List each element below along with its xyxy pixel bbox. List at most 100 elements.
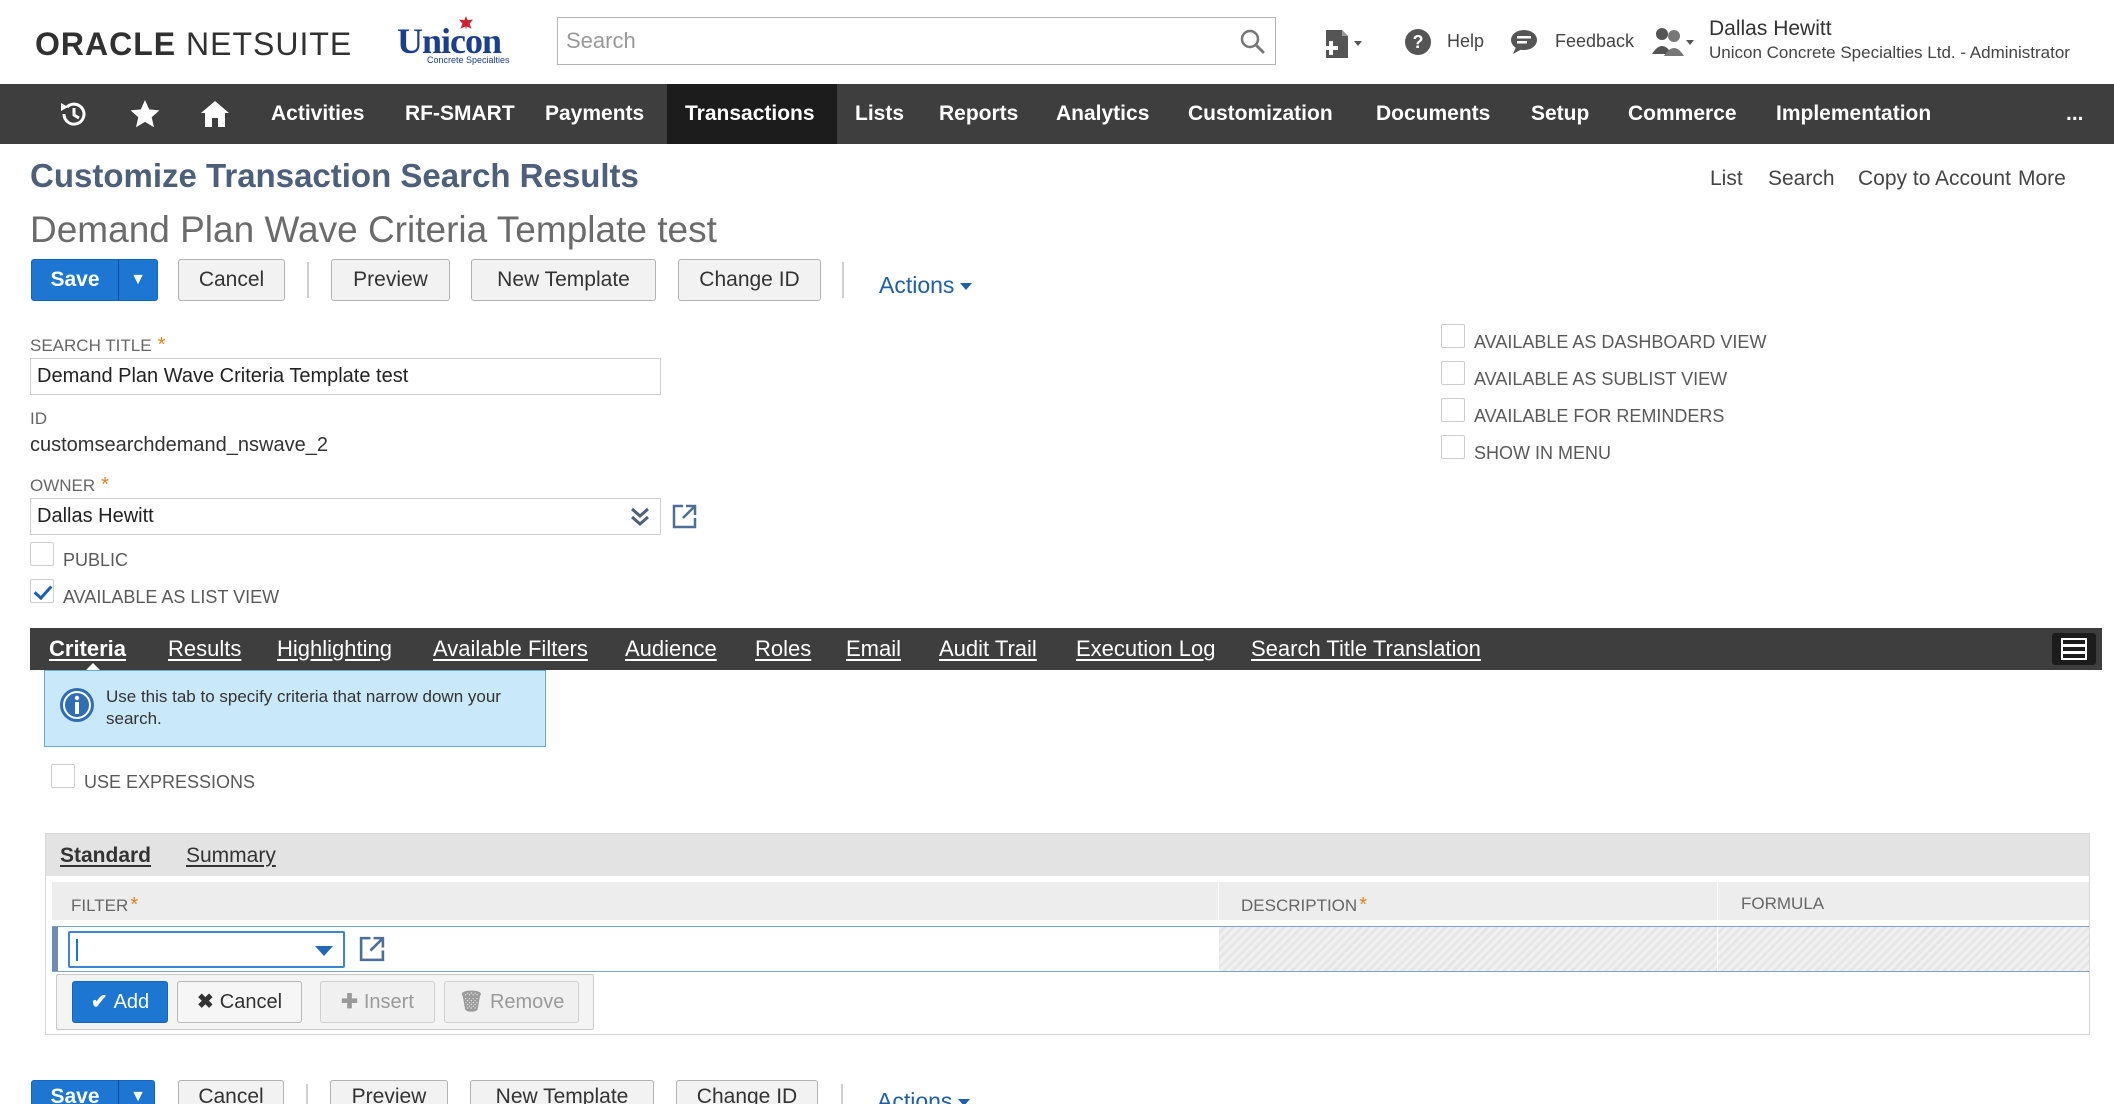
nav-transactions[interactable]: Transactions [667, 84, 837, 144]
more-link[interactable]: More [2018, 167, 2066, 191]
add-button[interactable]: ✔ Add [72, 981, 168, 1023]
insert-button[interactable]: ✚ Insert [320, 981, 435, 1023]
global-search-input[interactable] [558, 18, 1275, 64]
tab-standard[interactable]: Standard [60, 844, 151, 868]
caret-down-icon[interactable] [315, 946, 333, 956]
nav-payments[interactable]: Payments [527, 84, 662, 144]
open-filter-icon[interactable] [358, 935, 386, 963]
filter-select[interactable] [68, 931, 345, 968]
formula-cell[interactable] [1718, 927, 2089, 971]
show-in-menu-checkbox[interactable] [1441, 435, 1465, 459]
list-view-checkbox[interactable] [30, 579, 54, 603]
id-value: customsearchdemand_nswave_2 [30, 434, 328, 456]
list-link[interactable]: List [1710, 167, 1743, 191]
description-cell[interactable] [1219, 927, 1717, 971]
tab-criteria[interactable]: Criteria [49, 628, 126, 671]
company-logo[interactable]: Unicon Concrete Specialties [397, 16, 535, 66]
search-title-input[interactable]: Demand Plan Wave Criteria Template test [30, 358, 661, 395]
cancel-button[interactable]: Cancel [178, 259, 285, 301]
create-new-icon[interactable] [1322, 28, 1368, 60]
filter-column-label: FILTER * [71, 894, 138, 917]
nav-lists[interactable]: Lists [837, 84, 922, 144]
bottom-new-template-button[interactable]: New Template [470, 1080, 654, 1104]
row-cancel-button[interactable]: ✖ Cancel [177, 981, 302, 1023]
reminders-label: Available for Reminders [1474, 406, 1725, 426]
feedback-icon[interactable] [1510, 29, 1538, 55]
use-expressions-checkbox[interactable] [51, 764, 75, 788]
tab-search-title-translation[interactable]: Search Title Translation [1251, 628, 1481, 670]
tab-execution-log[interactable]: Execution Log [1076, 628, 1215, 670]
nav-setup[interactable]: Setup [1513, 84, 1607, 144]
nav-more[interactable]: ... [2048, 84, 2102, 144]
preview-button[interactable]: Preview [331, 259, 450, 301]
bottom-change-id-button[interactable]: Change ID [676, 1080, 818, 1104]
required-marker: * [1359, 894, 1367, 916]
search-title-label: Search Title * [30, 334, 165, 357]
required-marker: * [157, 334, 166, 356]
nav-customization[interactable]: Customization [1170, 84, 1351, 144]
public-checkbox[interactable] [30, 542, 54, 566]
tab-available-filters[interactable]: Available Filters [433, 628, 588, 670]
tab-audit-trail[interactable]: Audit Trail [939, 628, 1037, 670]
global-search[interactable] [557, 17, 1276, 65]
show-in-menu-label: Show in Menu [1474, 443, 1611, 463]
save-button[interactable]: Save ▼ [31, 259, 158, 301]
sublist-view-checkbox[interactable] [1441, 361, 1465, 385]
help-link[interactable]: Help [1447, 31, 1484, 52]
nav-implementation[interactable]: Implementation [1758, 84, 1949, 144]
bottom-save-button[interactable]: Save ▼ [31, 1080, 155, 1104]
owner-select[interactable]: Dallas Hewitt [30, 498, 661, 535]
remove-button[interactable]: 🗑 Remove [444, 981, 579, 1023]
recent-records-icon[interactable] [58, 98, 90, 130]
sublist-view-label: Available as Sublist View [1474, 369, 1728, 389]
tab-layout-toggle[interactable] [2052, 633, 2096, 665]
search-icon[interactable] [1239, 28, 1265, 54]
row-edit-indicator [52, 927, 58, 971]
reminders-checkbox[interactable] [1441, 398, 1465, 422]
bottom-cancel-button[interactable]: Cancel [178, 1080, 284, 1104]
netsuite-logo-text: NETSUITE [176, 26, 353, 62]
description-column-label: DESCRIPTION * [1241, 894, 1367, 917]
bottom-preview-button[interactable]: Preview [330, 1080, 448, 1104]
check-icon: ✔ [90, 991, 108, 1013]
tab-roles[interactable]: Roles [755, 628, 811, 670]
save-options-chevron-down-icon[interactable]: ▼ [118, 260, 157, 300]
user-role[interactable]: Unicon Concrete Specialties Ltd. - Admin… [1709, 43, 2070, 63]
tab-highlighting[interactable]: Highlighting [277, 628, 392, 670]
search-link[interactable]: Search [1768, 167, 1835, 191]
criteria-edit-row [52, 926, 2089, 972]
bottom-save-chevron-down-icon[interactable]: ▼ [118, 1080, 157, 1104]
tab-summary[interactable]: Summary [186, 844, 276, 868]
nav-activities[interactable]: Activities [253, 84, 382, 144]
shortcuts-star-icon[interactable] [129, 98, 161, 130]
change-id-button[interactable]: Change ID [678, 259, 821, 301]
actions-menu[interactable]: Actions [879, 272, 973, 299]
dashboard-view-checkbox[interactable] [1441, 324, 1465, 348]
nav-commerce[interactable]: Commerce [1610, 84, 1755, 144]
user-name[interactable]: Dallas Hewitt [1709, 17, 1832, 41]
tab-audience[interactable]: Audience [625, 628, 717, 670]
nav-analytics[interactable]: Analytics [1038, 84, 1167, 144]
nav-documents[interactable]: Documents [1358, 84, 1508, 144]
new-template-button[interactable]: New Template [471, 259, 656, 301]
tab-results[interactable]: Results [168, 628, 241, 670]
double-chevron-down-icon[interactable] [628, 505, 652, 529]
nav-reports[interactable]: Reports [921, 84, 1036, 144]
filter-column-text: FILTER [71, 896, 129, 915]
bottom-actions-menu[interactable]: Actions [877, 1088, 971, 1104]
plus-icon: ✚ [341, 991, 358, 1013]
use-expressions-label: Use Expressions [84, 772, 256, 792]
roles-icon[interactable] [1652, 26, 1698, 58]
required-marker: * [130, 894, 139, 916]
toolbar-divider [841, 1084, 843, 1104]
home-icon[interactable] [199, 98, 231, 130]
open-record-icon[interactable] [671, 503, 698, 530]
copy-to-account-link[interactable]: Copy to Account [1858, 167, 2011, 191]
nav-rf-smart[interactable]: RF-SMART [387, 84, 533, 144]
oracle-netsuite-logo[interactable]: ORACLE NETSUITE [35, 26, 352, 63]
id-label: ID [30, 409, 47, 428]
tab-email[interactable]: Email [846, 628, 901, 670]
help-icon[interactable]: ? [1404, 28, 1432, 56]
feedback-link[interactable]: Feedback [1555, 31, 1634, 52]
public-label: Public [63, 550, 129, 570]
